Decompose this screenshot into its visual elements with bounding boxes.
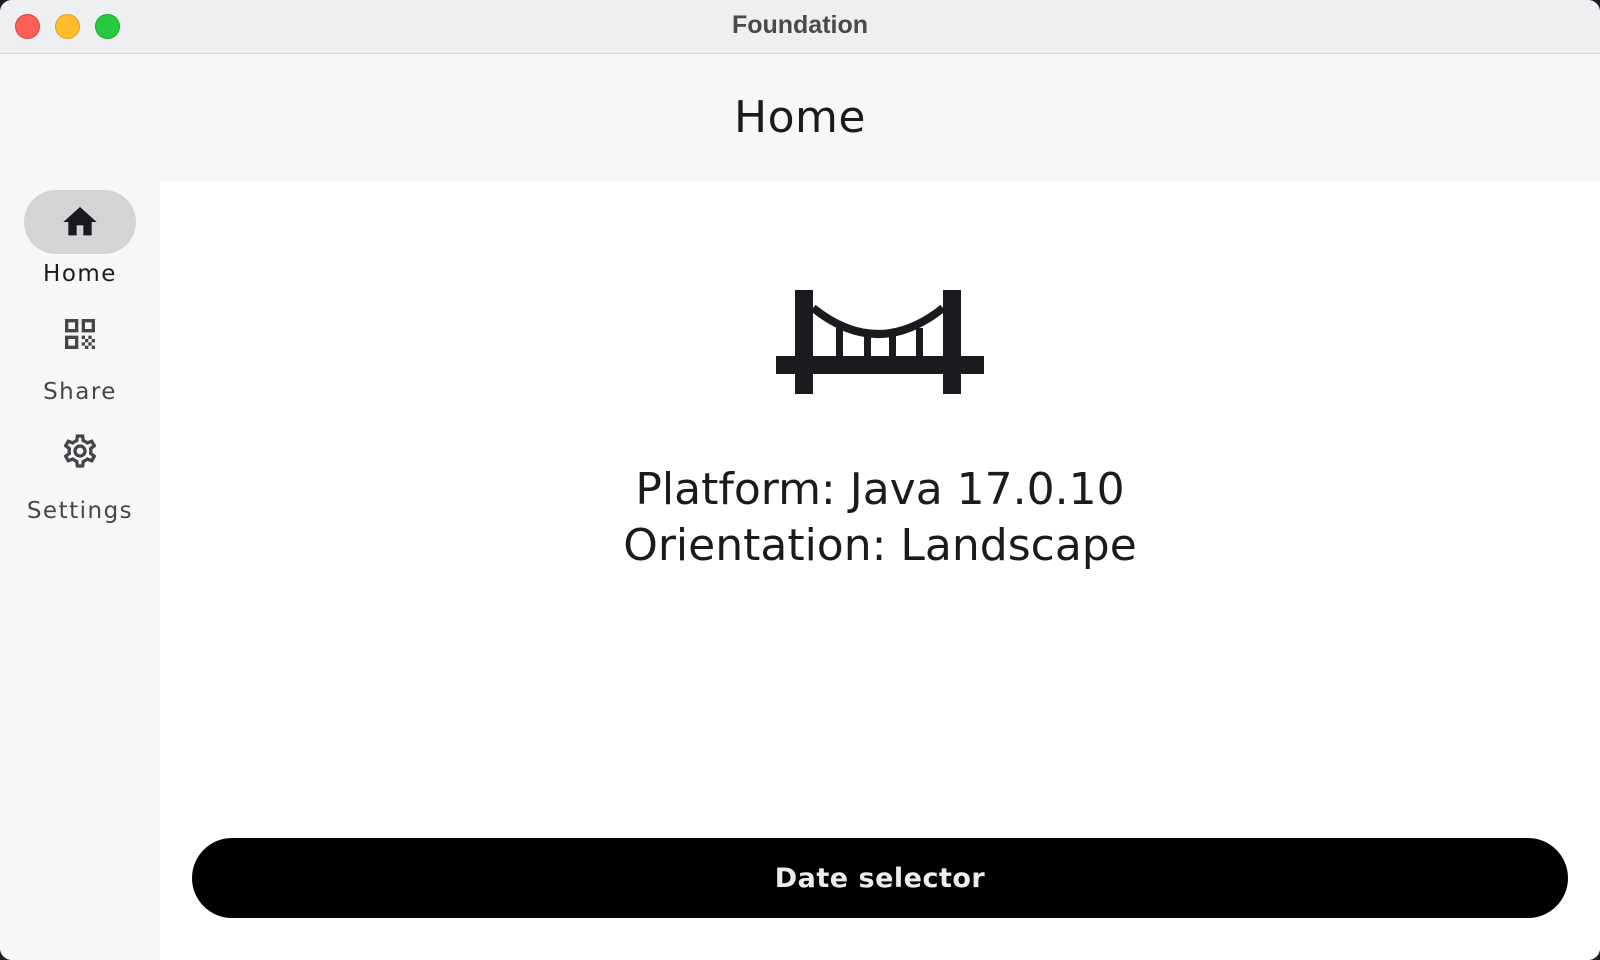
platform-text: Platform: Java 17.0.10 xyxy=(635,464,1125,515)
orientation-text: Orientation: Landscape xyxy=(623,520,1137,571)
title-bar: Foundation xyxy=(0,0,1600,54)
rail-item-settings[interactable]: Settings xyxy=(0,425,160,531)
app-window: Foundation Home Home Share Settings Plat… xyxy=(0,0,1600,960)
rail-item-label: Home xyxy=(43,261,117,287)
navigation-rail: Home Share Settings xyxy=(0,182,160,960)
qr-code-icon xyxy=(65,319,95,349)
home-icon xyxy=(63,207,97,236)
rail-item-home[interactable]: Home xyxy=(0,182,160,292)
main-content: Platform: Java 17.0.10 Orientation: Land… xyxy=(160,182,1600,960)
page-title: Home xyxy=(734,92,866,143)
window-title: Foundation xyxy=(731,11,869,39)
rail-item-label: Settings xyxy=(26,498,134,524)
rail-item-label: Share xyxy=(43,379,117,405)
rail-item-share[interactable]: Share xyxy=(0,306,160,412)
bridge-icon xyxy=(776,290,984,394)
date-selector-button[interactable]: Date selector xyxy=(192,838,1568,918)
top-app-bar: Home xyxy=(0,54,1600,182)
gear-icon xyxy=(63,434,97,468)
